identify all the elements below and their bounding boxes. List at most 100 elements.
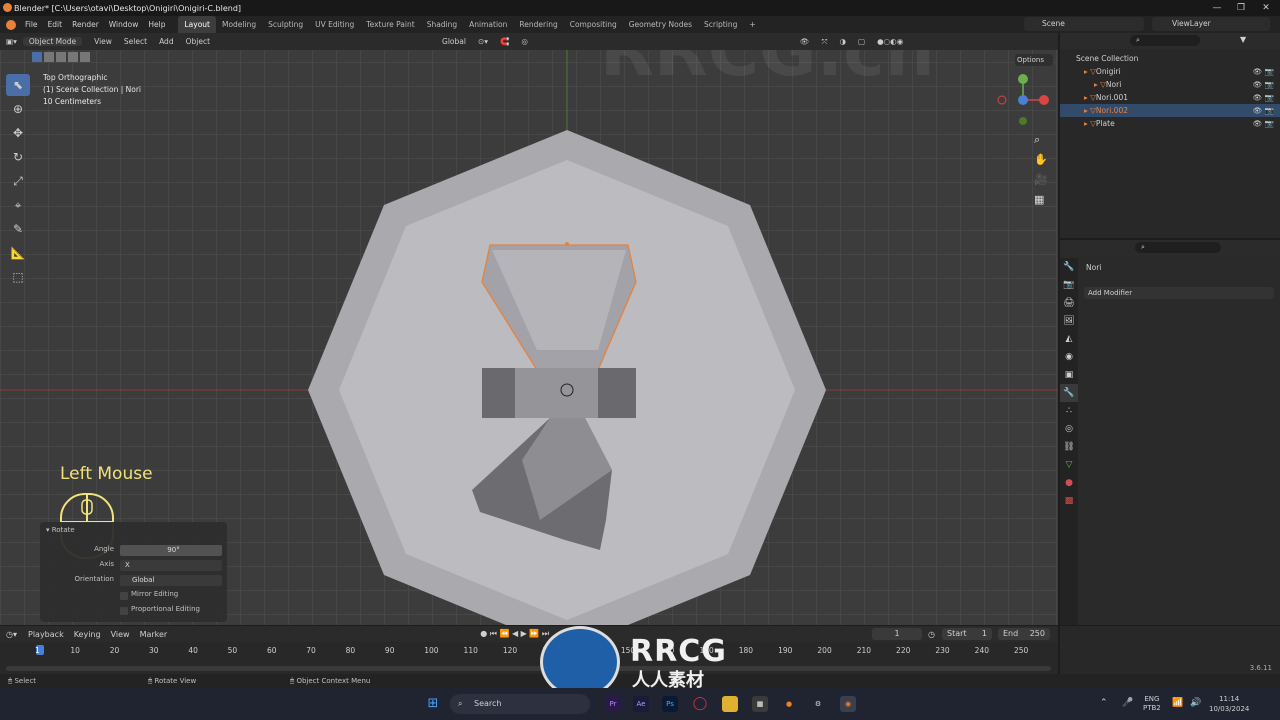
scene-selector[interactable]: Scene — [1024, 17, 1144, 31]
mode-selector[interactable]: Object Mode — [22, 37, 83, 46]
navigation-gizmo[interactable] — [996, 72, 1052, 130]
shading-solid-icon[interactable]: ●○◐◉ — [871, 37, 909, 46]
minimize-icon[interactable]: — — [1205, 0, 1229, 16]
mirror-checkbox[interactable] — [120, 592, 128, 600]
pivot-icon[interactable]: ⊙▾ — [472, 37, 494, 46]
tool-tab-icon[interactable]: 🔧 — [1060, 258, 1078, 276]
scene-tab-icon[interactable]: ◭ — [1060, 330, 1078, 348]
redo-title[interactable]: ▾ Rotate — [46, 526, 233, 538]
output-tab-icon[interactable]: 🖨 — [1060, 294, 1078, 312]
windows-start-icon[interactable]: ⊞ — [425, 696, 441, 712]
menu-view[interactable]: View — [88, 37, 118, 46]
keying-menu[interactable]: Keying — [69, 630, 106, 639]
physics-tab-icon[interactable]: ◎ — [1060, 420, 1078, 438]
visibility-icon[interactable]: 👁 — [794, 37, 816, 46]
taskbar-search-input[interactable]: ⌕ Search — [450, 694, 590, 714]
visibility-toggle-icon[interactable]: 👁 📷 — [1253, 67, 1274, 76]
premiere-icon[interactable]: Pr — [605, 696, 621, 712]
timeline-editor-icon[interactable]: ◷▾ — [0, 630, 23, 639]
pan-icon[interactable]: ✋ — [1034, 150, 1048, 170]
app-icon[interactable]: ● — [781, 696, 797, 712]
tab-geometry-nodes[interactable]: Geometry Nodes — [623, 20, 698, 29]
object-tab-icon[interactable]: ▣ — [1060, 366, 1078, 384]
move-tool-icon[interactable]: ✥ — [6, 122, 30, 144]
select-tool-icon[interactable]: ⬉ — [6, 74, 30, 96]
menu-help[interactable]: Help — [143, 20, 170, 29]
visibility-toggle-icon[interactable]: 👁 📷 — [1253, 106, 1274, 115]
visibility-toggle-icon[interactable]: 👁 📷 — [1253, 119, 1274, 128]
tab-compositing[interactable]: Compositing — [564, 20, 623, 29]
blender-menu-icon[interactable] — [6, 19, 16, 30]
snap-icon[interactable]: 🧲 — [494, 37, 515, 46]
outliner-row[interactable]: ▸ ▽ Nori.002 👁 📷 — [1060, 104, 1280, 117]
tab-sculpting[interactable]: Sculpting — [262, 20, 309, 29]
outliner-root[interactable]: Scene Collection — [1060, 52, 1280, 65]
properties-search-input[interactable]: ⌕ — [1135, 242, 1221, 253]
selection-mode-icons[interactable] — [32, 52, 98, 64]
data-tab-icon[interactable]: ▽ — [1060, 456, 1078, 474]
visibility-toggle-icon[interactable]: 👁 📷 — [1253, 80, 1274, 89]
modifier-tab-icon[interactable]: 🔧 — [1060, 384, 1078, 402]
outliner-row[interactable]: ▸ ▽ Onigiri 👁 📷 — [1060, 65, 1280, 78]
clock[interactable]: 11:14 10/03/2024 — [1209, 694, 1249, 714]
filter-icon[interactable]: ▼ — [1240, 35, 1246, 44]
tab-texture-paint[interactable]: Texture Paint — [360, 20, 420, 29]
orientation-dropdown[interactable]: Global — [120, 575, 222, 586]
tab-shading[interactable]: Shading — [421, 20, 463, 29]
menu-object[interactable]: Object — [180, 37, 216, 46]
transform-orientation[interactable]: Global — [436, 37, 472, 46]
tab-rendering[interactable]: Rendering — [513, 20, 563, 29]
constraints-tab-icon[interactable]: ⛓ — [1060, 438, 1078, 456]
menu-window[interactable]: Window — [104, 20, 144, 29]
xray-icon[interactable]: ▢ — [852, 37, 871, 46]
proportional-icon[interactable]: ◎ — [515, 37, 534, 46]
camera-icon[interactable]: 🎥 — [1034, 170, 1048, 190]
world-tab-icon[interactable]: ◉ — [1060, 348, 1078, 366]
after-effects-icon[interactable]: Ae — [633, 696, 649, 712]
wifi-icon[interactable]: 📶 — [1172, 698, 1183, 708]
tab-layout[interactable]: Layout — [178, 16, 216, 33]
cursor-tool-icon[interactable]: ⊕ — [6, 98, 30, 120]
playback-controls-icon[interactable]: ● ⏮ ⏪ ◀ ▶ ⏩ ⏭ — [472, 629, 557, 639]
menu-edit[interactable]: Edit — [43, 20, 68, 29]
rotate-tool-icon[interactable]: ↻ — [6, 146, 30, 168]
menu-select[interactable]: Select — [118, 37, 153, 46]
file-explorer-icon[interactable] — [722, 696, 738, 712]
angle-field[interactable]: 90° — [120, 545, 222, 556]
visibility-toggle-icon[interactable]: 👁 📷 — [1253, 93, 1274, 102]
material-tab-icon[interactable]: ● — [1060, 474, 1078, 492]
editor-type-icon[interactable]: ▣▾ — [0, 37, 23, 46]
overlay-toggle-icon[interactable]: ◑ — [833, 37, 852, 46]
close-icon[interactable]: ✕ — [1254, 0, 1278, 16]
options-dropdown[interactable]: Options — [1015, 54, 1053, 66]
tab-scripting[interactable]: Scripting — [698, 20, 743, 29]
volume-icon[interactable]: 🔊 — [1190, 698, 1201, 708]
transform-tool-icon[interactable]: ⌖ — [6, 194, 30, 216]
start-frame-field[interactable]: Start 1 — [942, 628, 992, 640]
outliner-row[interactable]: ▸ ▽ Nori.001 👁 📷 — [1060, 91, 1280, 104]
photoshop-icon[interactable]: Ps — [662, 696, 678, 712]
opera-icon[interactable]: ◯ — [692, 696, 708, 712]
outliner-search-input[interactable]: ⌕ — [1130, 35, 1200, 46]
particles-tab-icon[interactable]: ∴ — [1060, 402, 1078, 420]
axis-dropdown[interactable]: X — [120, 560, 222, 571]
render-tab-icon[interactable]: 📷 — [1060, 276, 1078, 294]
zoom-icon[interactable]: ⌕ — [1034, 130, 1048, 150]
timeline-area[interactable]: 1102030405060708090100110120130140150160… — [0, 642, 1058, 674]
gizmo-toggle-icon[interactable]: ⤧ — [815, 37, 833, 47]
tab-modeling[interactable]: Modeling — [216, 20, 262, 29]
menu-file[interactable]: File — [20, 20, 43, 29]
menu-add[interactable]: Add — [153, 37, 180, 46]
annotate-tool-icon[interactable]: ✎ — [6, 218, 30, 240]
proportional-checkbox[interactable] — [120, 607, 128, 615]
view-menu[interactable]: View — [106, 630, 135, 639]
language-indicator[interactable]: ENG PTB2 — [1143, 695, 1161, 713]
playback-menu[interactable]: Playback — [23, 630, 69, 639]
microphone-icon[interactable]: 🎤 — [1122, 698, 1133, 708]
scale-tool-icon[interactable]: ⤢ — [6, 170, 30, 192]
marker-menu[interactable]: Marker — [135, 630, 173, 639]
add-cube-tool-icon[interactable]: ⬚ — [6, 266, 30, 288]
view-layer-tab-icon[interactable]: 🖼 — [1060, 312, 1078, 330]
tab-uv-editing[interactable]: UV Editing — [309, 20, 360, 29]
add-workspace-icon[interactable]: + — [743, 20, 761, 29]
